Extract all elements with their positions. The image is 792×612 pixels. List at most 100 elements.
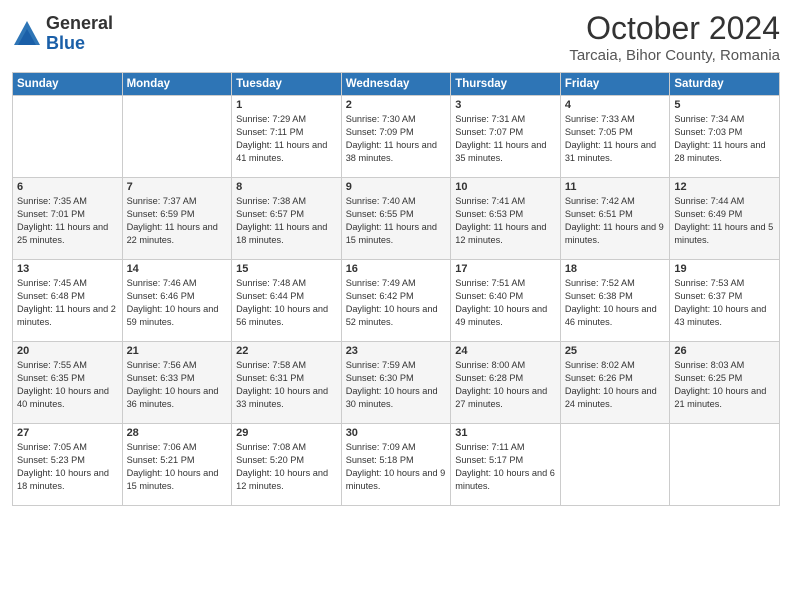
day-cell: 17 Sunrise: 7:51 AMSunset: 6:40 PMDayligh…: [451, 260, 561, 342]
week-row-5: 27 Sunrise: 7:05 AMSunset: 5:23 PMDayligh…: [13, 424, 780, 506]
day-number: 17: [455, 263, 556, 275]
day-cell: 23Sunrise: 7:59 AMSunset: 6:30 PMDayligh…: [341, 342, 451, 424]
calendar-header: Sunday Monday Tuesday Wednesday Thursday…: [13, 73, 780, 96]
day-cell: 15 Sunrise: 7:48 AMSunset: 6:44 PMDayligh…: [232, 260, 342, 342]
day-cell: 18 Sunrise: 7:52 AMSunset: 6:38 PMDayligh…: [560, 260, 670, 342]
calendar-table: Sunday Monday Tuesday Wednesday Thursday…: [12, 72, 780, 506]
day-info: Sunrise: 7:51 AMSunset: 6:40 PMDaylight:…: [455, 277, 556, 329]
day-info: Sunrise: 7:37 AMSunset: 6:59 PMDaylight:…: [127, 195, 228, 247]
day-info: Sunrise: 7:11 AMSunset: 5:17 PMDaylight:…: [455, 441, 556, 493]
day-number: 25: [565, 345, 666, 357]
logo-icon: [12, 19, 42, 49]
day-cell: 13 Sunrise: 7:45 AMSunset: 6:48 PMDayligh…: [13, 260, 123, 342]
day-cell: 8Sunrise: 7:38 AMSunset: 6:57 PMDaylight…: [232, 178, 342, 260]
day-number: 11: [565, 181, 666, 193]
logo: General Blue: [12, 14, 113, 54]
header: General Blue October 2024 Tarcaia, Bihor…: [12, 10, 780, 64]
day-info: Sunrise: 7:49 AMSunset: 6:42 PMDaylight:…: [346, 277, 447, 329]
day-info: Sunrise: 7:48 AMSunset: 6:44 PMDaylight:…: [236, 277, 337, 329]
day-cell: 9Sunrise: 7:40 AMSunset: 6:55 PMDaylight…: [341, 178, 451, 260]
day-number: 21: [127, 345, 228, 357]
day-number: 28: [127, 427, 228, 439]
day-number: 22: [236, 345, 337, 357]
day-cell: 19Sunrise: 7:53 AMSunset: 6:37 PMDayligh…: [670, 260, 780, 342]
day-cell: 22 Sunrise: 7:58 AMSunset: 6:31 PMDayligh…: [232, 342, 342, 424]
day-cell: 6 Sunrise: 7:35 AMSunset: 7:01 PMDaylight…: [13, 178, 123, 260]
day-cell: [560, 424, 670, 506]
logo-text: General Blue: [46, 14, 113, 54]
day-info: Sunrise: 7:41 AMSunset: 6:53 PMDaylight:…: [455, 195, 556, 247]
day-number: 29: [236, 427, 337, 439]
day-number: 24: [455, 345, 556, 357]
day-info: Sunrise: 8:02 AMSunset: 6:26 PMDaylight:…: [565, 359, 666, 411]
day-cell: 7 Sunrise: 7:37 AMSunset: 6:59 PMDaylight…: [122, 178, 232, 260]
day-cell: 31Sunrise: 7:11 AMSunset: 5:17 PMDayligh…: [451, 424, 561, 506]
day-info: Sunrise: 7:52 AMSunset: 6:38 PMDaylight:…: [565, 277, 666, 329]
day-info: Sunrise: 7:30 AMSunset: 7:09 PMDaylight:…: [346, 113, 447, 165]
day-info: Sunrise: 7:29 AMSunset: 7:11 PMDaylight:…: [236, 113, 337, 165]
day-cell: 27 Sunrise: 7:05 AMSunset: 5:23 PMDayligh…: [13, 424, 123, 506]
day-info: Sunrise: 7:09 AMSunset: 5:18 PMDaylight:…: [346, 441, 447, 493]
day-number: 27: [17, 427, 118, 439]
day-info: Sunrise: 7:34 AMSunset: 7:03 PMDaylight:…: [674, 113, 775, 165]
day-info: Sunrise: 7:58 AMSunset: 6:31 PMDaylight:…: [236, 359, 337, 411]
calendar-page: General Blue October 2024 Tarcaia, Bihor…: [0, 0, 792, 612]
day-info: Sunrise: 7:35 AMSunset: 7:01 PMDaylight:…: [17, 195, 118, 247]
day-cell: 20Sunrise: 7:55 AMSunset: 6:35 PMDayligh…: [13, 342, 123, 424]
day-number: 3: [455, 99, 556, 111]
day-info: Sunrise: 7:45 AMSunset: 6:48 PMDaylight:…: [17, 277, 118, 329]
day-info: Sunrise: 7:06 AMSunset: 5:21 PMDaylight:…: [127, 441, 228, 493]
week-row-3: 13 Sunrise: 7:45 AMSunset: 6:48 PMDayligh…: [13, 260, 780, 342]
day-cell: 3 Sunrise: 7:31 AMSunset: 7:07 PMDaylight…: [451, 96, 561, 178]
logo-general: General: [46, 14, 113, 34]
day-cell: 25 Sunrise: 8:02 AMSunset: 6:26 PMDayligh…: [560, 342, 670, 424]
day-cell: 26 Sunrise: 8:03 AMSunset: 6:25 PMDayligh…: [670, 342, 780, 424]
day-info: Sunrise: 7:05 AMSunset: 5:23 PMDaylight:…: [17, 441, 118, 493]
day-cell: [13, 96, 123, 178]
day-info: Sunrise: 7:33 AMSunset: 7:05 PMDaylight:…: [565, 113, 666, 165]
calendar-body: 1Sunrise: 7:29 AMSunset: 7:11 PMDaylight…: [13, 96, 780, 506]
day-number: 18: [565, 263, 666, 275]
day-number: 26: [674, 345, 775, 357]
day-info: Sunrise: 7:56 AMSunset: 6:33 PMDaylight:…: [127, 359, 228, 411]
day-cell: 1Sunrise: 7:29 AMSunset: 7:11 PMDaylight…: [232, 96, 342, 178]
day-cell: 14Sunrise: 7:46 AMSunset: 6:46 PMDayligh…: [122, 260, 232, 342]
day-info: Sunrise: 7:31 AMSunset: 7:07 PMDaylight:…: [455, 113, 556, 165]
day-cell: 30Sunrise: 7:09 AMSunset: 5:18 PMDayligh…: [341, 424, 451, 506]
day-info: Sunrise: 7:59 AMSunset: 6:30 PMDaylight:…: [346, 359, 447, 411]
header-row: Sunday Monday Tuesday Wednesday Thursday…: [13, 73, 780, 96]
day-number: 6: [17, 181, 118, 193]
day-cell: 11 Sunrise: 7:42 AMSunset: 6:51 PMDayligh…: [560, 178, 670, 260]
day-info: Sunrise: 7:38 AMSunset: 6:57 PMDaylight:…: [236, 195, 337, 247]
day-cell: 10 Sunrise: 7:41 AMSunset: 6:53 PMDayligh…: [451, 178, 561, 260]
day-info: Sunrise: 7:08 AMSunset: 5:20 PMDaylight:…: [236, 441, 337, 493]
day-number: 7: [127, 181, 228, 193]
month-title: October 2024: [569, 10, 780, 47]
day-cell: 24Sunrise: 8:00 AMSunset: 6:28 PMDayligh…: [451, 342, 561, 424]
col-saturday: Saturday: [670, 73, 780, 96]
day-number: 14: [127, 263, 228, 275]
col-friday: Friday: [560, 73, 670, 96]
day-cell: 16 Sunrise: 7:49 AMSunset: 6:42 PMDayligh…: [341, 260, 451, 342]
week-row-2: 6 Sunrise: 7:35 AMSunset: 7:01 PMDaylight…: [13, 178, 780, 260]
day-number: 16: [346, 263, 447, 275]
day-info: Sunrise: 7:40 AMSunset: 6:55 PMDaylight:…: [346, 195, 447, 247]
day-info: Sunrise: 8:03 AMSunset: 6:25 PMDaylight:…: [674, 359, 775, 411]
day-cell: 29 Sunrise: 7:08 AMSunset: 5:20 PMDayligh…: [232, 424, 342, 506]
day-cell: 2 Sunrise: 7:30 AMSunset: 7:09 PMDaylight…: [341, 96, 451, 178]
day-cell: 4 Sunrise: 7:33 AMSunset: 7:05 PMDaylight…: [560, 96, 670, 178]
day-cell: 5Sunrise: 7:34 AMSunset: 7:03 PMDaylight…: [670, 96, 780, 178]
day-number: 10: [455, 181, 556, 193]
day-number: 15: [236, 263, 337, 275]
day-info: Sunrise: 7:44 AMSunset: 6:49 PMDaylight:…: [674, 195, 775, 247]
day-number: 13: [17, 263, 118, 275]
logo-blue: Blue: [46, 34, 113, 54]
day-number: 19: [674, 263, 775, 275]
week-row-1: 1Sunrise: 7:29 AMSunset: 7:11 PMDaylight…: [13, 96, 780, 178]
day-number: 12: [674, 181, 775, 193]
location-subtitle: Tarcaia, Bihor County, Romania: [569, 47, 780, 64]
day-number: 2: [346, 99, 447, 111]
day-info: Sunrise: 7:42 AMSunset: 6:51 PMDaylight:…: [565, 195, 666, 247]
day-number: 4: [565, 99, 666, 111]
week-row-4: 20Sunrise: 7:55 AMSunset: 6:35 PMDayligh…: [13, 342, 780, 424]
